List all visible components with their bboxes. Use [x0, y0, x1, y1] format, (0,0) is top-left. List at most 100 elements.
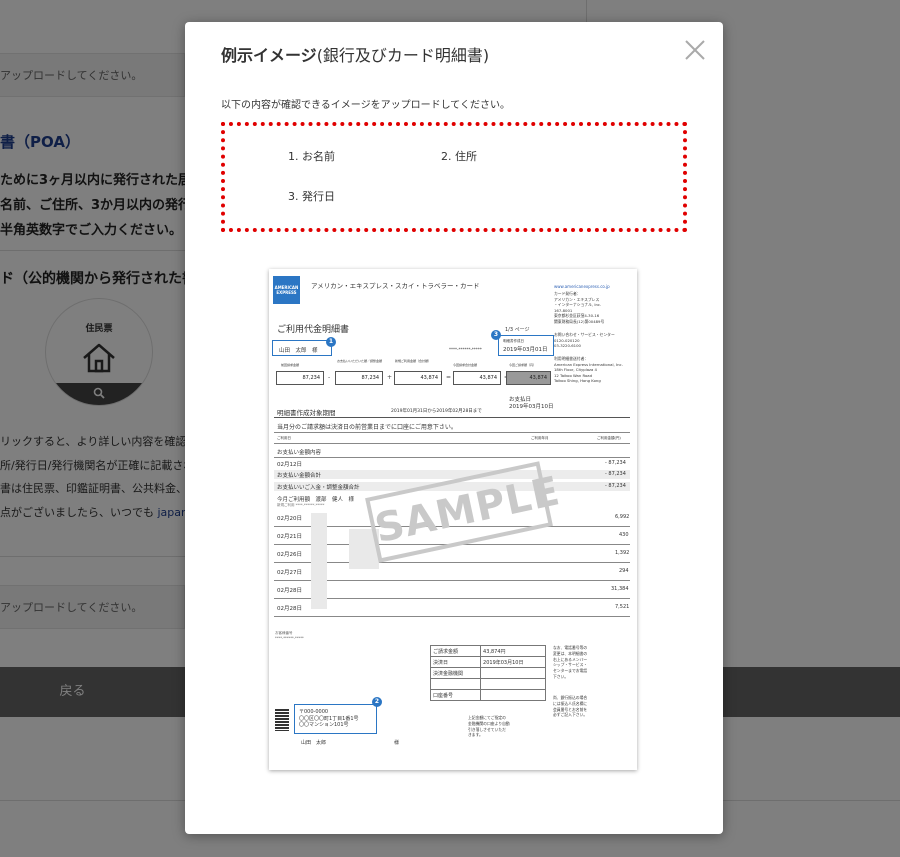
statement-title: ご利用代金明細書 — [277, 325, 350, 335]
amount-label: 今回請求合計金額 — [453, 363, 478, 367]
summary-label: 口座番号 — [429, 689, 482, 701]
txn-amount: 6,992 — [615, 514, 630, 520]
issuer-block: カード発行者： アメリカン・エキスプレス ・インターナショナル, Inc. 16… — [554, 291, 604, 324]
summary-row: ご請求金額 43,874円 — [429, 645, 546, 657]
amount-label: お支払いいただいた額／調整金額 — [337, 359, 383, 363]
txn-date: 02月27日 — [277, 570, 302, 576]
user-sub: 新規ご利用 ****-******-***** — [277, 503, 325, 507]
recipient-name: 山田 太郎 — [301, 740, 327, 746]
required-item-issue-date: 3. 発行日 — [288, 190, 335, 203]
amex-logo: AMERICAN EXPRESS — [273, 276, 300, 304]
note-line: 必ずご記入下さい。 — [553, 712, 588, 718]
summary-value: 43,874円 — [480, 645, 546, 657]
divider — [274, 443, 630, 444]
example-image-modal: 例示イメージ(銀行及びカード明細書) 以下の内容が確認できるイメージをアップロー… — [185, 22, 723, 834]
summary-label — [429, 678, 482, 690]
col-header-month: ご利用年月 — [531, 436, 549, 440]
note-line: きます。 — [468, 732, 483, 738]
marker-issue-date — [498, 335, 554, 356]
notice: 当月分のご請求額は決済日の前営業日までに口座にご用意下さい。 — [277, 424, 457, 431]
section-payment: お支払い金額内容 — [277, 450, 322, 456]
contact-block: お問い合わせ・サービス・センター 0120-020120 03-3220-610… — [554, 332, 615, 349]
modal-title-sub: (銀行及びカード明細書) — [316, 46, 490, 65]
note-line: には振込人氏名欄に — [553, 700, 588, 706]
summary-label: ご請求金額 — [429, 645, 482, 657]
payment-row-amount: - 87,234 — [605, 460, 626, 466]
payment-summary-table: ご請求金額 43,874円 決済日 2019年03月10日 決済金融機関 口座番号 — [429, 645, 546, 701]
payment-day: 2019年03月10日 — [509, 404, 554, 410]
marker-address — [294, 704, 377, 734]
amount-label: 今回ご請求額（円） — [509, 363, 537, 367]
amount-billed: 43,874 — [506, 371, 551, 385]
amount-label: 前回請求金額 — [281, 363, 300, 367]
summary-label: 決済日 — [429, 656, 482, 668]
required-item-address: 2. 住所 — [441, 150, 477, 163]
note-line: 下さい。 — [553, 673, 569, 679]
col-header-date: ご利用日 — [277, 436, 291, 440]
amount-previous: 87,234 — [276, 371, 324, 385]
processor-line: Taikoo Shing, Hong Kong — [554, 378, 601, 383]
adjusted-amount: - 87,234 — [605, 483, 626, 489]
bottom-note: 上記金額にてご指定の 金融機関の口座より自動 引き落しさせていただ きます。 — [468, 715, 510, 738]
txn-date: 02月28日 — [277, 606, 302, 612]
amount-paid: 87,234 — [335, 371, 383, 385]
txn-amount: 1,392 — [615, 550, 630, 556]
note-line: 上記金額にてご指定の — [468, 715, 506, 720]
website-link: www.americanexpress.co.jp — [554, 284, 610, 289]
divider — [274, 580, 630, 581]
right-note-1: なお、電話番号等の 変更は、本明細書の 右上にあるメンバー シップ・サービス・ … — [553, 645, 587, 680]
marker-badge-3: 3 — [491, 330, 501, 340]
period: 2019年01月31日から2019年02月28日まで — [391, 409, 482, 414]
divider — [274, 616, 630, 617]
divider — [274, 562, 630, 563]
required-items-box: 1. お名前 2. 住所 3. 発行日 — [221, 122, 687, 232]
marker-badge-2: 2 — [372, 697, 382, 707]
contact-line: 03-3220-6100 — [554, 343, 581, 348]
operator: - — [328, 374, 331, 381]
note-line: 金融機関の口座より自動 — [468, 720, 510, 726]
marker-name — [272, 340, 332, 356]
close-icon[interactable] — [683, 38, 707, 62]
txn-amount: 430 — [619, 532, 629, 538]
sample-statement-image: AMERICAN EXPRESS アメリカン・エキスプレス・スカイ・トラベラー・カ… — [269, 269, 637, 770]
processor-block: 利用明細書送付者： American Express International… — [554, 356, 623, 384]
total-label: お支払い金額合計 — [277, 473, 322, 479]
operator: = — [446, 374, 452, 381]
summary-row — [429, 678, 546, 690]
redacted-area — [311, 513, 327, 609]
summary-row: 決済日 2019年03月10日 — [429, 656, 546, 668]
issuer-line: ・インターナショナル, Inc. — [554, 302, 602, 307]
issuer-line: 関東財務局長(12)第00489号 — [554, 318, 605, 324]
logo-text: EXPRESS — [276, 290, 297, 295]
txn-amount: 31,384 — [611, 586, 629, 592]
marker-badge-1: 1 — [326, 337, 336, 347]
operator: + — [387, 374, 393, 381]
summary-value: 2019年03月10日 — [480, 656, 546, 668]
divider — [274, 417, 630, 418]
divider — [274, 598, 630, 599]
amount-new: 43,874 — [394, 371, 442, 385]
payment-row-date: 02月12日 — [277, 462, 302, 468]
right-note-2: 尚、銀行振込の場合 には振込人氏名欄に 会員番号とお名前を 必ずご記入下さい。 — [553, 695, 587, 718]
summary-value — [480, 689, 546, 701]
divider — [274, 432, 630, 433]
issuer-line: 東京都杉並区荻窪4-30-16 — [554, 313, 600, 318]
recipient-suffix: 様 — [394, 740, 400, 746]
txn-amount: 294 — [619, 568, 629, 574]
summary-row: 決済金融機関 — [429, 667, 546, 679]
divider — [274, 457, 630, 458]
note-line: 変更は、本明細書の — [553, 650, 588, 656]
footer-line: ****-******-***** — [275, 636, 304, 640]
txn-date: 02月21日 — [277, 534, 302, 540]
col-header-amount: ご利用金額(円) — [597, 436, 621, 440]
total-row-band — [274, 470, 630, 479]
summary-label: 決済金融機関 — [429, 667, 482, 679]
card-brand: アメリカン・エキスプレス・スカイ・トラベラー・カード — [311, 282, 480, 290]
adjusted-label: お支払いいご入金・調整金額合計 — [277, 485, 360, 491]
required-item-name: 1. お名前 — [288, 150, 335, 163]
summary-value — [480, 678, 546, 690]
customer-number-block: お客様番号 ****-******-***** — [275, 631, 304, 641]
amount-label: 新規ご利用金額（合計額） — [395, 359, 432, 363]
modal-title: 例示イメージ(銀行及びカード明細書) — [221, 42, 489, 66]
user-label: 今月ご利用額 渡部 健人 様 — [277, 497, 355, 503]
